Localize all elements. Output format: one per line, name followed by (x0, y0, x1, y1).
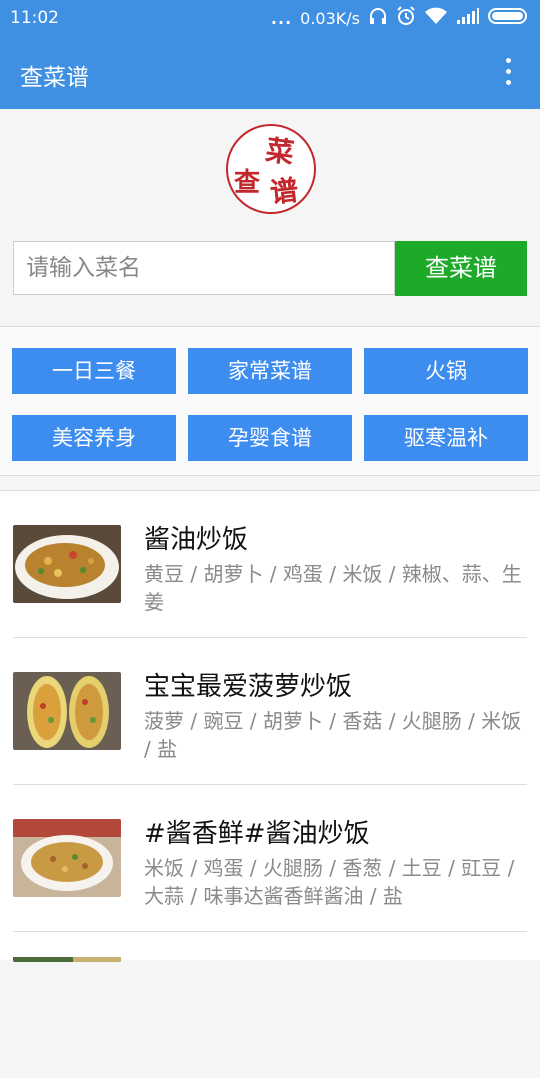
category-warming-tonic[interactable]: 驱寒温补 (364, 415, 528, 461)
wifi-icon (424, 7, 448, 29)
recipe-item[interactable]: #酱香鲜#酱油炒饭 米饭 / 鸡蛋 / 火腿肠 / 香葱 / 土豆 / 豇豆 /… (0, 785, 540, 932)
recipe-ingredients: 菠萝 / 豌豆 / 胡萝卜 / 香菇 / 火腿肠 / 米饭 / 盐 (144, 709, 522, 761)
category-maternal-infant[interactable]: 孕婴食谱 (188, 415, 352, 461)
search-bar: 查菜谱 (13, 241, 527, 297)
recipe-ingredients: 黄豆 / 胡萝卜 / 鸡蛋 / 米饭 / 辣椒、蒜、生姜 (144, 562, 522, 614)
category-three-meals[interactable]: 一日三餐 (12, 348, 176, 394)
app-logo: 菜 查 谱 (226, 124, 316, 214)
category-grid: 一日三餐 家常菜谱 火锅 美容养身 孕婴食谱 驱寒温补 (0, 327, 540, 475)
search-field-box[interactable] (13, 241, 395, 295)
status-icons: ... 0.03K/s (271, 6, 530, 30)
recipe-title: 酱油炒饭 (144, 525, 249, 555)
more-options-icon[interactable] (506, 58, 512, 88)
app-title: 查菜谱 (20, 65, 89, 91)
recipe-item[interactable]: 宝宝最爱菠萝炒饭 菠萝 / 豌豆 / 胡萝卜 / 香菇 / 火腿肠 / 米饭 /… (0, 638, 540, 785)
status-bar: 11:02 ... 0.03K/s (0, 0, 540, 38)
recipe-thumbnail (13, 819, 121, 897)
status-time: 11:02 (10, 8, 59, 28)
app-bar: 查菜谱 (0, 38, 540, 109)
recipe-thumbnail (13, 672, 121, 750)
logo-char-cai: 菜 (263, 133, 296, 170)
logo-char-cha: 查 (234, 168, 261, 198)
recipe-thumbnail (13, 525, 121, 603)
divider (0, 475, 540, 476)
recipe-item[interactable]: 酱油炒饭 黄豆 / 胡萝卜 / 鸡蛋 / 米饭 / 辣椒、蒜、生姜 (0, 491, 540, 638)
recipe-title: 宝宝最爱菠萝炒饭 (144, 672, 353, 702)
recipe-ingredients: 米饭 / 鸡蛋 / 火腿肠 / 香葱 / 土豆 / 豇豆 / 大蒜 / 味事达酱… (144, 856, 515, 908)
alarm-icon (396, 6, 416, 30)
logo-char-pu: 谱 (268, 173, 300, 210)
recipe-item[interactable] (0, 932, 540, 1078)
battery-icon (488, 7, 530, 29)
recipe-list: 酱油炒饭 黄豆 / 胡萝卜 / 鸡蛋 / 米饭 / 辣椒、蒜、生姜 宝宝最爱菠萝… (0, 491, 540, 962)
category-beauty-health[interactable]: 美容养身 (12, 415, 176, 461)
search-button[interactable]: 查菜谱 (395, 241, 527, 296)
recipe-title: #酱香鲜#酱油炒饭 (144, 819, 370, 849)
status-dots: ... (270, 8, 293, 28)
search-input[interactable] (24, 254, 388, 282)
network-speed: 0.03K/s (300, 8, 360, 28)
signal-icon (456, 7, 480, 29)
recipe-thumbnail (13, 952, 121, 962)
category-hotpot[interactable]: 火锅 (364, 348, 528, 394)
headphone-icon (368, 7, 388, 29)
category-home-cooking[interactable]: 家常菜谱 (188, 348, 352, 394)
